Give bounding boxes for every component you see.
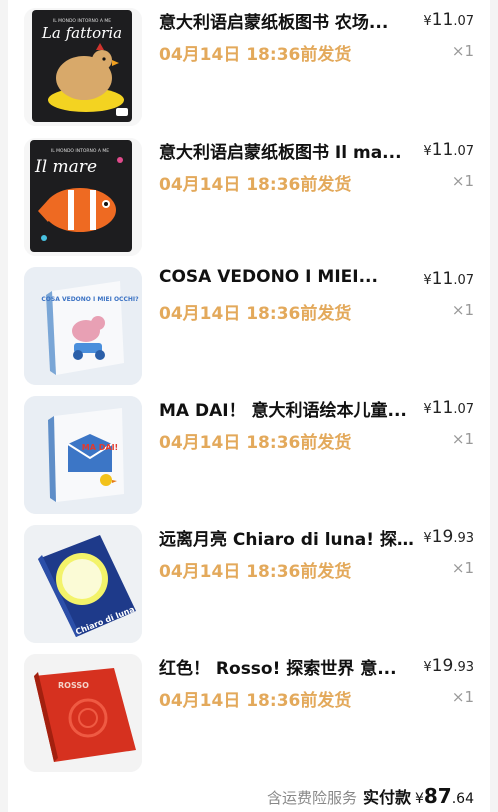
order-item[interactable]: ROSSO 红色！ Rosso! 探索世界 意... ¥19.93 04月14日… [8,646,490,772]
price-currency: ¥ [423,273,432,288]
item-price: ¥19.93 [423,527,474,547]
cover-top-text: IL MONDO INTORNO A ME [51,148,109,154]
price-integer: 19 [431,527,454,547]
item-title: 意大利语启蒙纸板图书 农场... [159,13,389,33]
item-title: 远离月亮 Chiaro di luna! 探... [159,530,415,550]
item-price: ¥11.07 [423,269,474,289]
price-currency: ¥ [423,144,432,159]
shipping-insurance-note[interactable]: 含运费险服务 [267,789,357,807]
cover-title-text: COSA VEDONO I MIEI OCCHI? [41,296,139,303]
price-decimal: .07 [453,402,474,417]
order-items-card: IL MONDO INTORNO A ME La fattoria 意大利语启蒙… [8,0,490,812]
price-integer: 11 [431,140,454,160]
ship-time: 04月14日 18:36前发货 [159,175,352,195]
paid-amount-label: 实付款 [362,788,411,807]
book-cover-chiaro-di-luna-icon[interactable]: Chiaro di luna [24,525,142,643]
price-integer: 19 [431,656,454,676]
price-decimal: .93 [453,660,474,675]
item-price: ¥19.93 [423,656,474,676]
order-item[interactable]: Chiaro di luna 远离月亮 Chiaro di luna! 探...… [8,517,490,643]
order-item[interactable]: IL MONDO INTORNO A ME Il mare 意大利语启蒙纸板图书… [8,130,490,256]
ship-time: 04月14日 18:36前发货 [159,433,352,453]
item-quantity: ×1 [451,688,474,706]
item-quantity: ×1 [451,559,474,577]
book-cover-ma-dai-icon[interactable]: MA DAI! [24,396,142,514]
item-quantity: ×1 [451,42,474,60]
ship-time: 04月14日 18:36前发货 [159,691,352,711]
total-integer: 87 [423,784,452,808]
price-integer: 11 [431,269,454,289]
price-currency: ¥ [423,402,432,417]
price-decimal: .07 [453,144,474,159]
ship-time: 04月14日 18:36前发货 [159,45,352,65]
order-item[interactable]: COSA VEDONO I MIEI OCCHI? COSA VEDONO I … [8,259,490,385]
price-decimal: .07 [453,273,474,288]
item-title: COSA VEDONO I MIEI... [159,267,378,287]
book-cover-il-mare-icon[interactable]: IL MONDO INTORNO A ME Il mare [24,138,142,256]
order-item[interactable]: MA DAI! MA DAI！ 意大利语绘本儿童... ¥11.07 04月14… [8,388,490,514]
price-integer: 11 [431,10,454,30]
book-cover-la-fattoria-icon[interactable]: IL MONDO INTORNO A ME La fattoria [24,8,142,126]
item-title: 红色！ Rosso! 探索世界 意... [159,659,397,679]
order-item[interactable]: IL MONDO INTORNO A ME La fattoria 意大利语启蒙… [8,0,490,126]
item-title: MA DAI！ 意大利语绘本儿童... [159,401,407,421]
item-price: ¥11.07 [423,140,474,160]
price-integer: 11 [431,398,454,418]
total-decimal: .64 [451,791,474,807]
cover-title-text: La fattoria [41,24,122,42]
item-price: ¥11.07 [423,398,474,418]
ship-time: 04月14日 18:36前发货 [159,562,352,582]
order-total-bar: 含运费险服务 实付款 ¥87.64 [8,784,490,812]
cover-title-text: MA DAI! [82,443,118,452]
ship-time: 04月14日 18:36前发货 [159,304,352,324]
price-currency: ¥ [423,660,432,675]
book-cover-rosso-icon[interactable]: ROSSO [24,654,142,772]
item-quantity: ×1 [451,301,474,319]
price-currency: ¥ [423,531,432,546]
price-currency: ¥ [423,14,432,29]
cover-title-text: Il mare [34,157,97,177]
item-title: 意大利语启蒙纸板图书 Il ma... [159,143,402,163]
book-cover-cosa-vedono-icon[interactable]: COSA VEDONO I MIEI OCCHI? [24,267,142,385]
item-quantity: ×1 [451,430,474,448]
item-price: ¥11.07 [423,10,474,30]
item-quantity: ×1 [451,172,474,190]
cover-title-text: ROSSO [58,681,89,690]
total-currency: ¥ [414,791,424,807]
price-decimal: .93 [453,531,474,546]
price-decimal: .07 [453,14,474,29]
